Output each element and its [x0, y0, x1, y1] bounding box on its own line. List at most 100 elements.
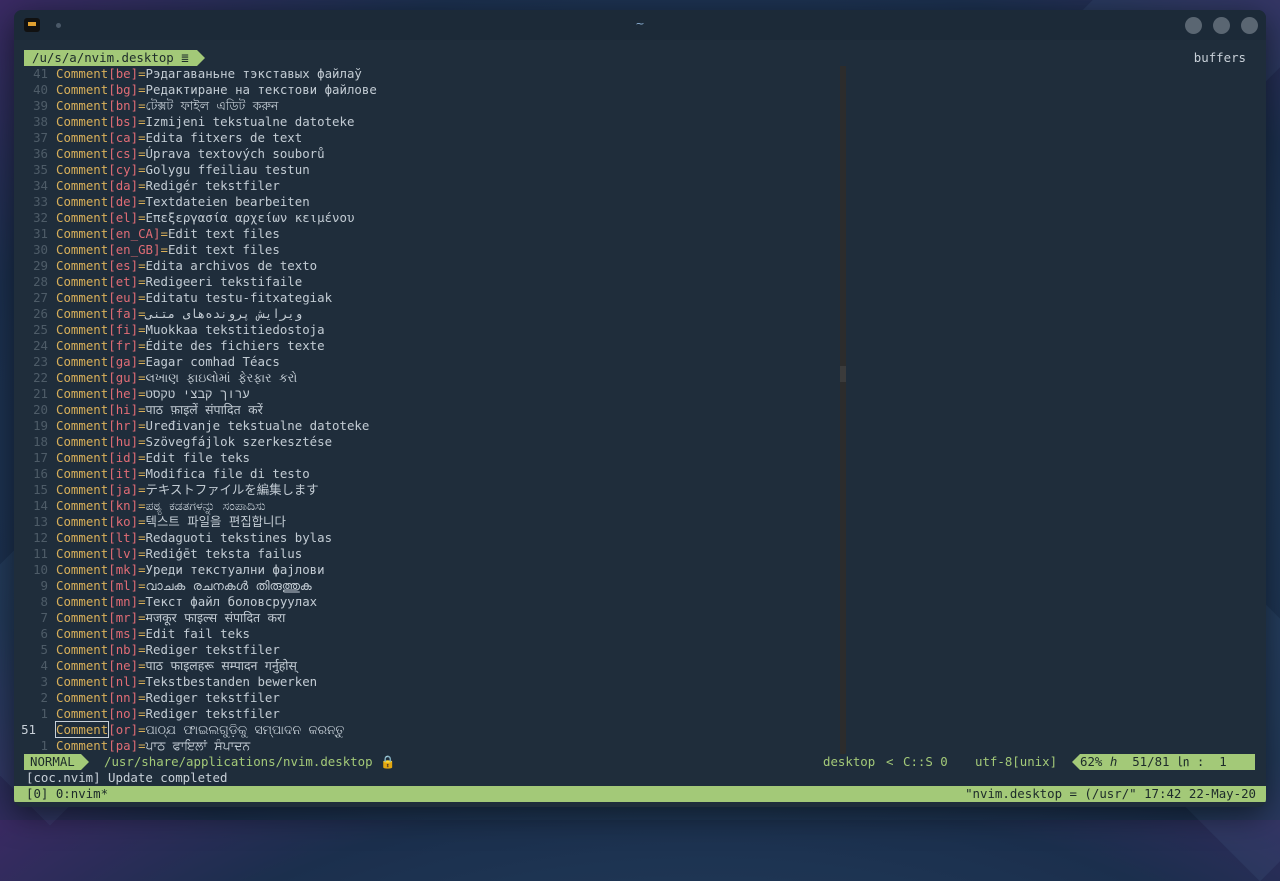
code-line[interactable]: 29 Comment[es]=Edita archivos de texto — [14, 258, 844, 274]
tmux-window-list[interactable]: [0] 0:nvim* — [26, 786, 108, 802]
terminal-content[interactable]: /u/s/a/nvim.desktop ≣ buffers 41 Comment[… — [14, 40, 1266, 807]
code-line[interactable]: 31 Comment[en_CA]=Edit text files — [14, 226, 844, 242]
line-text: Comment[ga]=Eagar comhad Téacs — [56, 354, 280, 370]
code-line[interactable]: 23 Comment[ga]=Eagar comhad Téacs — [14, 354, 844, 370]
code-line[interactable]: 32 Comment[el]=Επεξεργασία αρχείων κειμέν… — [14, 210, 844, 226]
line-number: 38 — [33, 114, 48, 129]
code-line[interactable]: 27 Comment[eu]=Editatu testu-fitxategiak — [14, 290, 844, 306]
buffers-label[interactable]: buffers — [1194, 50, 1246, 66]
line-text: Comment[fa]=ویرایش پرونده‌های متنی — [56, 306, 302, 322]
code-line[interactable]: 41 Comment[be]=Рэдагаваньне тэкставых фай… — [14, 66, 844, 82]
equals-sign: = — [138, 338, 146, 353]
code-line[interactable]: 19 Comment[hr]=Uređivanje tekstualne dato… — [14, 418, 844, 434]
code-line[interactable]: 16 Comment[it]=Modifica file di testo — [14, 466, 844, 482]
file-lines-icon: ≣ — [181, 50, 189, 65]
bracket-open: [ — [108, 226, 116, 241]
code-line[interactable]: 1 Comment[no]=Rediger tekstfiler — [14, 706, 844, 722]
close-button[interactable] — [1241, 17, 1258, 34]
code-line[interactable]: 34 Comment[da]=Redigér tekstfiler — [14, 178, 844, 194]
key-name: Comment — [56, 530, 109, 545]
code-line[interactable]: 14 Comment[kn]=ಪಠ್ಯ ಕಡತಗಳನ್ನು ಸಂಪಾದಿಸು — [14, 498, 844, 514]
title-bar[interactable]: ~ — [14, 10, 1266, 40]
code-line[interactable]: 25 Comment[fi]=Muokkaa tekstitiedostoja — [14, 322, 844, 338]
translation-value: Szövegfájlok szerkesztése — [145, 434, 333, 449]
code-line[interactable]: 17 Comment[id]=Edit file teks — [14, 450, 844, 466]
code-line[interactable]: 18 Comment[hu]=Szövegfájlok szerkesztése — [14, 434, 844, 450]
line-text: Comment[da]=Redigér tekstfiler — [56, 178, 280, 194]
line-number: 19 — [33, 418, 48, 433]
bracket-close: ] — [130, 530, 139, 545]
code-line[interactable]: 9 Comment[ml]=വാചക രചനകള്‍ തിരുത്തുക — [14, 578, 844, 594]
code-line[interactable]: 6 Comment[ms]=Edit fail teks — [14, 626, 844, 642]
bracket-close: ] — [130, 466, 139, 481]
line-text: Comment[it]=Modifica file di testo — [56, 466, 310, 482]
bracket-close: ] — [130, 434, 139, 449]
translation-value: Modifica file di testo — [145, 466, 310, 481]
line-text: Comment[bs]=Izmijeni tekstualne datoteke — [56, 114, 354, 130]
code-line[interactable]: 5 Comment[nb]=Rediger tekstfiler — [14, 642, 844, 658]
code-line[interactable]: 13 Comment[ko]=텍스트 파일을 편집합니다 — [14, 514, 844, 530]
bracket-open: [ — [108, 434, 116, 449]
code-line[interactable]: 40 Comment[bg]=Редактиране на текстови фа… — [14, 82, 844, 98]
code-line[interactable]: 28 Comment[et]=Redigeeri tekstifaile — [14, 274, 844, 290]
cursor-position: 62% ℎ 51/81 ㏑ : 1 — [1072, 754, 1255, 770]
bracket-close: ] — [130, 658, 139, 673]
equals-sign: = — [138, 322, 146, 337]
code-line[interactable]: 37 Comment[ca]=Edita fitxers de text — [14, 130, 844, 146]
code-line[interactable]: 8 Comment[mn]=Текст файл боловсруулах — [14, 594, 844, 610]
code-line[interactable]: 38 Comment[bs]=Izmijeni tekstualne datote… — [14, 114, 844, 130]
editor-pane[interactable]: 41 Comment[be]=Рэдагаваньне тэкставых фай… — [14, 66, 1266, 754]
code-line[interactable]: 10 Comment[mk]=Уреди текстуални фајлови — [14, 562, 844, 578]
key-name: Comment — [56, 594, 109, 609]
code-line[interactable]: 15 Comment[ja]=テキストファイルを編集します — [14, 482, 844, 498]
key-name: Comment — [56, 674, 109, 689]
code-line[interactable]: 11 Comment[lv]=Rediģēt teksta failus — [14, 546, 844, 562]
bracket-close: ] — [130, 514, 139, 529]
bracket-open: [ — [108, 514, 116, 529]
active-tab[interactable]: /u/s/a/nvim.desktop ≣ — [24, 50, 205, 66]
code-line[interactable]: 22 Comment[gu]=લખાણ ફાઇલોમાં ફેરફાર કરો — [14, 370, 844, 386]
locale-code: en_GB — [115, 242, 153, 257]
key-name: Comment — [56, 578, 109, 593]
bracket-open: [ — [108, 290, 116, 305]
key-name: Comment — [56, 642, 109, 657]
maximize-button[interactable] — [1213, 17, 1230, 34]
code-line[interactable]: 39 Comment[bn]=টেক্সট ফাইল এডিট করুন — [14, 98, 844, 114]
code-line[interactable]: 20 Comment[hi]=पाठ फ़ाइलें संपादित करें — [14, 402, 844, 418]
code-line[interactable]: 1 Comment[pa]=ਪਾਠ ਫਾਇਲਾਂ ਸੰਪਾਦਨ — [14, 738, 844, 754]
bracket-close: ] — [130, 562, 139, 577]
vertical-split-divider[interactable] — [840, 66, 846, 754]
code-line[interactable]: 24 Comment[fr]=Édite des fichiers texte — [14, 338, 844, 354]
equals-sign: = — [138, 434, 146, 449]
code-line[interactable]: 30 Comment[en_GB]=Edit text files — [14, 242, 844, 258]
line-text: Comment[bn]=টেক্সট ফাইল এডিট করুন — [56, 98, 278, 114]
code-line[interactable]: 12 Comment[lt]=Redaguoti tekstines bylas — [14, 530, 844, 546]
code-line[interactable]: 2 Comment[nn]=Rediger tekstfiler — [14, 690, 844, 706]
bracket-close: ] — [130, 418, 139, 433]
equals-sign: = — [138, 674, 146, 689]
line-text: Comment[el]=Επεξεργασία αρχείων κειμένου — [56, 210, 354, 226]
code-line[interactable]: 4 Comment[ne]=पाठ फाइलहरू सम्पादन गर्नुहो… — [14, 658, 844, 674]
translation-value: Rediger tekstfiler — [145, 690, 280, 705]
minimize-button[interactable] — [1185, 17, 1202, 34]
bracket-open: [ — [108, 258, 116, 273]
code-line[interactable]: 35 Comment[cy]=Golygu ffeiliau testun — [14, 162, 844, 178]
code-line[interactable]: 26 Comment[fa]=ویرایش پرونده‌های متنی — [14, 306, 844, 322]
line-number: 41 — [33, 66, 48, 81]
bracket-open: [ — [108, 194, 116, 209]
locale-code: bn — [115, 98, 131, 113]
equals-sign: = — [138, 290, 146, 305]
line-text: Comment[lv]=Rediģēt teksta failus — [56, 546, 302, 562]
code-line[interactable]: 36 Comment[cs]=Úprava textových souborů — [14, 146, 844, 162]
code-line[interactable]: 51 Comment[or]=ପାଠ୍ଯ ଫାଇଲଗୁଡ଼ିକୁ ସମ୍ପାଦନ … — [14, 721, 844, 738]
code-line[interactable]: 21 Comment[he]=ערוך קבצי טקסט — [14, 386, 844, 402]
bracket-close: ] — [130, 354, 139, 369]
line-number: 30 — [33, 242, 48, 257]
code-line[interactable]: 33 Comment[de]=Textdateien bearbeiten — [14, 194, 844, 210]
bracket-close: ] — [130, 386, 139, 401]
key-name: Comment — [56, 322, 109, 337]
key-name: Comment — [56, 130, 109, 145]
code-line[interactable]: 3 Comment[nl]=Tekstbestanden bewerken — [14, 674, 844, 690]
line-text: Comment[et]=Redigeeri tekstifaile — [56, 274, 302, 290]
code-line[interactable]: 7 Comment[mr]=मजकूर फाइल्स संपादित करा — [14, 610, 844, 626]
